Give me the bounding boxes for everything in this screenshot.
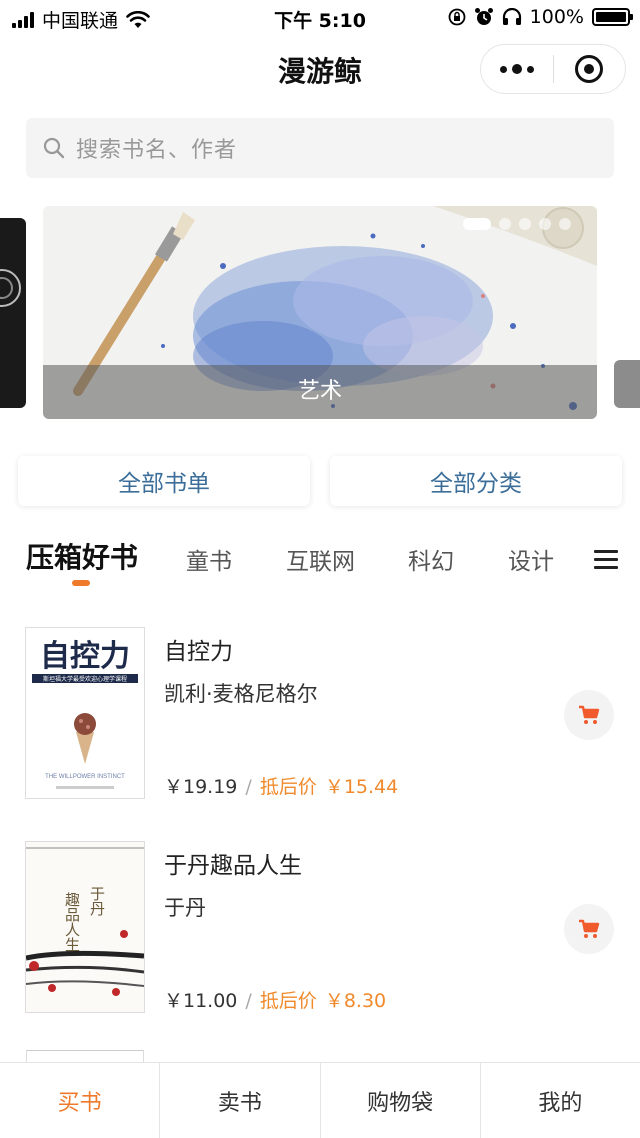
tab-children[interactable]: 童书 (186, 542, 232, 576)
banner-prev-slide[interactable] (0, 218, 26, 408)
bottom-tab-bar: 买书 卖书 购物袋 我的 (0, 1062, 640, 1138)
banner-next-slide[interactable] (614, 360, 640, 408)
bottom-tab-me[interactable]: 我的 (481, 1063, 640, 1138)
book-item[interactable]: 自控力 斯坦福大学最受欢迎心理学课程 THE WILLPOWER INSTINC… (0, 628, 640, 818)
mini-program-capsule (480, 44, 626, 94)
bottom-tab-bag[interactable]: 购物袋 (321, 1063, 481, 1138)
add-to-cart-button[interactable] (564, 690, 614, 740)
cart-icon (579, 919, 600, 938)
banner-carousel[interactable]: 艺术 (43, 206, 597, 419)
nav-bar: 漫游鲸 (0, 36, 640, 102)
carousel-indicators (463, 218, 571, 230)
tab-active-indicator (72, 580, 90, 586)
discount-price: ￥15.44 (324, 776, 399, 798)
carousel-dot[interactable] (559, 218, 571, 230)
carousel-dot[interactable] (499, 218, 511, 230)
bottom-tab-buy[interactable]: 买书 (0, 1063, 161, 1138)
cover-art: 于丹 趣品人生 (26, 842, 144, 1012)
book-author: 凯利·麦格尼格尔 (164, 682, 318, 706)
price-separator: / (245, 990, 252, 1012)
book-cover[interactable]: 于丹 趣品人生 (26, 842, 144, 1012)
category-tabs: 压箱好书 童书 互联网 科幻 设计 (0, 532, 640, 592)
cart-icon (579, 705, 600, 724)
book-title[interactable]: 自控力 (164, 632, 233, 666)
price-row: ￥19.19 / 抵后价 ￥15.44 (164, 772, 398, 799)
search-placeholder: 搜索书名、作者 (76, 138, 238, 163)
cover-subtitle: 斯坦福大学最受欢迎心理学课程 (43, 675, 127, 683)
price-row: ￥11.00 / 抵后价 ￥8.30 (164, 986, 386, 1013)
status-right: 100% (448, 6, 633, 28)
tab-design[interactable]: 设计 (508, 542, 554, 576)
all-booklists-button[interactable]: 全部书单 (18, 456, 310, 506)
bottom-tab-sell[interactable]: 卖书 (160, 1063, 321, 1138)
rotation-lock-icon (448, 8, 466, 26)
prev-slide-image (0, 269, 21, 307)
battery-icon (592, 8, 633, 26)
close-miniprogram-button[interactable] (554, 45, 626, 93)
banner-caption: 艺术 (43, 365, 597, 419)
discount-price: ￥8.30 (324, 990, 387, 1012)
book-price: ￥19.19 (164, 776, 238, 798)
tab-scifi[interactable]: 科幻 (408, 542, 454, 576)
status-bar: 中国联通 下午 5:10 100% (0, 0, 640, 36)
discount-label: 抵后价 (259, 776, 317, 798)
book-price: ￥11.00 (164, 990, 238, 1012)
discount-label: 抵后价 (259, 990, 317, 1012)
target-icon (575, 55, 604, 83)
book-title[interactable]: 于丹趣品人生 (164, 846, 302, 880)
carousel-dot[interactable] (519, 218, 531, 230)
book-author: 于丹 (164, 896, 206, 920)
add-to-cart-button[interactable] (564, 904, 614, 954)
search-input[interactable]: 搜索书名、作者 (26, 118, 614, 178)
alarm-icon (474, 8, 493, 25)
headphones-icon (502, 8, 521, 25)
more-dots-icon (499, 64, 534, 74)
carousel-dot-active[interactable] (463, 218, 491, 230)
book-cover[interactable]: 自控力 斯坦福大学最受欢迎心理学课程 THE WILLPOWER INSTINC… (26, 628, 144, 798)
cover-title: 趣品人生 (63, 892, 80, 952)
cover-art: 自控力 斯坦福大学最受欢迎心理学课程 THE WILLPOWER INSTINC… (26, 628, 144, 798)
cover-author: 于丹 (88, 886, 105, 917)
all-categories-button[interactable]: 全部分类 (330, 456, 622, 506)
tab-internet[interactable]: 互联网 (286, 542, 355, 576)
cover-title: 自控力 (40, 640, 130, 673)
book-item[interactable]: 于丹 趣品人生 于丹趣品人生 于丹 ￥11.00 / 抵后价 ￥8.30 (0, 842, 640, 1032)
carousel-dot[interactable] (539, 218, 551, 230)
price-separator: / (245, 776, 252, 798)
search-icon (43, 137, 65, 159)
battery-percent: 100% (529, 6, 584, 28)
menu-icon[interactable] (594, 550, 618, 574)
more-button[interactable] (481, 45, 553, 93)
cover-english-title: THE WILLPOWER INSTINCT (45, 774, 125, 780)
tab-featured[interactable]: 压箱好书 (26, 536, 138, 576)
